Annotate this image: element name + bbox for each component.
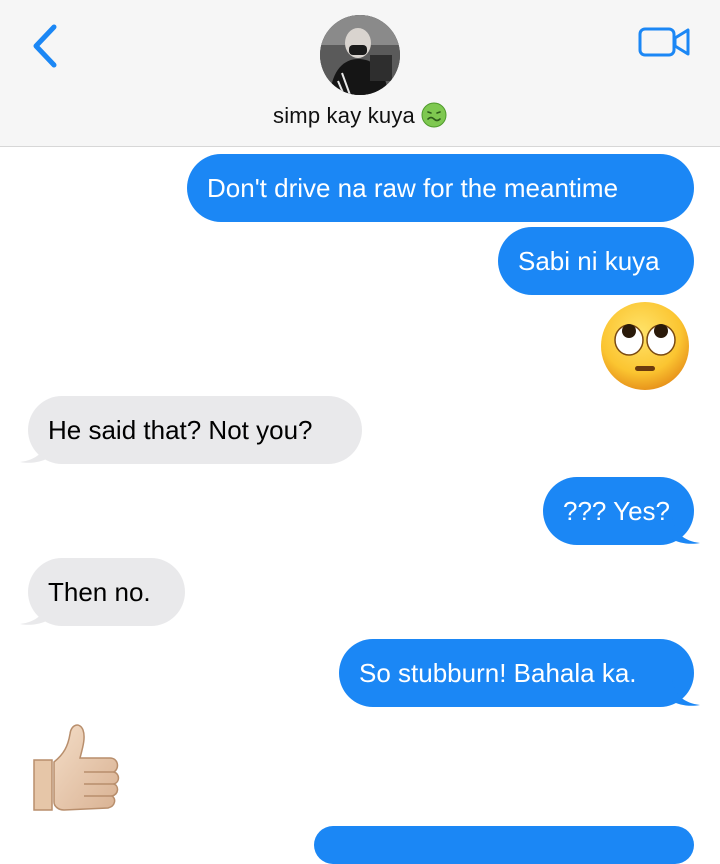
outgoing-message-partial[interactable] [314, 826, 694, 864]
message-text: He said that? Not you? [48, 415, 313, 445]
nauseated-face-icon [421, 102, 447, 134]
conversation-header: simp kay kuya [0, 0, 720, 147]
message-text: Sabi ni kuya [518, 246, 660, 276]
bubble-tail [20, 598, 48, 625]
outgoing-message[interactable]: Don't drive na raw for the meantime [187, 154, 694, 222]
video-camera-icon[interactable] [637, 24, 691, 60]
message-text: Then no. [48, 577, 151, 607]
contact-name: simp kay kuya [273, 103, 415, 128]
outgoing-message[interactable]: So stubburn! Bahala ka. [339, 639, 694, 707]
incoming-message[interactable]: Then no. [28, 558, 185, 626]
thumbs-up-icon[interactable] [26, 716, 126, 816]
chevron-left-icon[interactable] [26, 22, 66, 72]
message-text: Don't drive na raw for the meantime [207, 173, 619, 203]
message-text: ??? Yes? [563, 496, 671, 526]
face-with-rolling-eyes-icon[interactable] [599, 300, 691, 392]
bubble-tail [672, 679, 700, 706]
incoming-message[interactable]: He said that? Not you? [28, 396, 362, 464]
contact-title[interactable]: simp kay kuya [0, 102, 720, 134]
bubble-tail [672, 517, 700, 544]
outgoing-message[interactable]: Sabi ni kuya [498, 227, 694, 295]
message-text: So stubburn! Bahala ka. [359, 658, 637, 688]
avatar-photo [320, 15, 400, 95]
bubble-tail [20, 436, 48, 463]
contact-avatar[interactable] [320, 15, 400, 95]
